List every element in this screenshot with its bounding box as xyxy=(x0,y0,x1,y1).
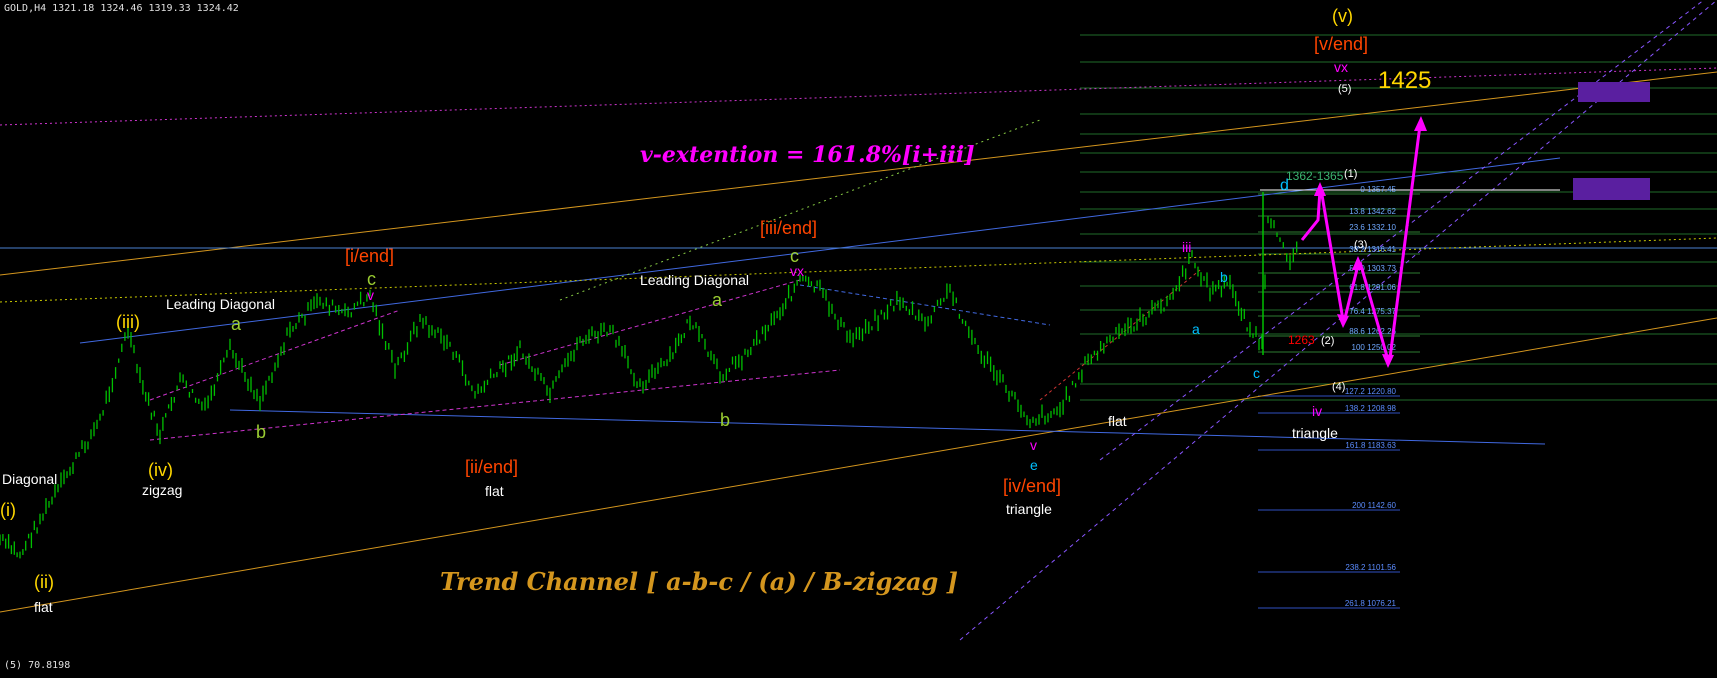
target-box-lower xyxy=(1573,178,1650,200)
wave-label: c xyxy=(367,269,376,289)
wave-label: zigzag xyxy=(142,482,182,498)
wave-label: iii xyxy=(1182,239,1191,255)
wave-label: b xyxy=(1220,269,1228,285)
top-wave-label: (v) xyxy=(1332,6,1353,26)
wave-label: (3) xyxy=(1354,239,1367,251)
wave-label: Leading Diagonal xyxy=(166,296,275,312)
top-5-label: (5) xyxy=(1338,83,1351,95)
wave-label: e xyxy=(1030,457,1038,473)
wave-label: c xyxy=(1253,365,1260,381)
target-box-upper xyxy=(1578,82,1650,102)
fib-level-label: 200 1142.60 xyxy=(1352,501,1396,510)
fib-level-label: 238.2 1101.56 xyxy=(1345,563,1396,572)
wave-label: 1263 xyxy=(1288,333,1315,347)
fib-level-label: 0 1357.45 xyxy=(1360,185,1396,194)
wave-label: vx xyxy=(790,263,804,279)
wave-label: (2) xyxy=(1321,335,1334,347)
wave-label: (i) xyxy=(0,500,16,520)
wave-label: b xyxy=(256,422,266,442)
symbol-ohlc-label: GOLD,H4 1321.18 1324.46 1319.33 1324.42 xyxy=(4,3,239,14)
price-chart: 0 1357.4513.8 1342.6223.6 1332.1038.2 13… xyxy=(0,0,1717,673)
wave-label: iv xyxy=(1312,403,1322,419)
extension-annotation: v-extention = 161.8%[i+iii] xyxy=(640,142,975,168)
wave-label: [i/end] xyxy=(345,246,394,266)
fib-level-label: 61.8 1291.06 xyxy=(1349,283,1396,292)
wave-label: Leading Diagonal xyxy=(640,272,749,288)
fib-level-label: 127.2 1220.80 xyxy=(1345,387,1397,396)
wave-label: v xyxy=(1030,437,1037,453)
wave-label: b xyxy=(720,410,730,430)
wave-label: [iv/end] xyxy=(1003,476,1061,496)
wave-label: a xyxy=(712,290,723,310)
wave-label: triangle xyxy=(1292,425,1338,441)
wave-label: (iii) xyxy=(116,312,140,332)
wave-label: v xyxy=(367,287,374,303)
wave-label: (ii) xyxy=(34,572,54,592)
wave-label: flat xyxy=(34,599,53,615)
wave-label: (iv) xyxy=(148,460,173,480)
top-end-label: [v/end] xyxy=(1314,34,1368,54)
wave-label: d xyxy=(1280,177,1289,194)
indicator-label: (5) 70.8198 xyxy=(4,660,70,671)
fib-level-label: 23.6 1332.10 xyxy=(1349,223,1396,232)
wave-label: [iii/end] xyxy=(760,218,817,238)
wave-label: flat xyxy=(485,483,504,499)
fib-level-label: 261.8 1076.21 xyxy=(1345,599,1397,608)
top-vx-label: vx xyxy=(1334,59,1348,75)
fib-level-label: 13.8 1342.62 xyxy=(1349,207,1396,216)
wave-label: (1) xyxy=(1344,168,1357,180)
chart-area: 0 1357.45 13.8 1342.62 23.6 1332.10 38.2 13… xyxy=(0,0,1717,673)
wave-label: Diagonal xyxy=(2,471,57,487)
wave-label: a xyxy=(1192,321,1200,337)
wave-label: a xyxy=(231,314,242,334)
target-price-label: 1425 xyxy=(1378,67,1431,94)
fib-level-label: 138.2 1208.98 xyxy=(1345,404,1397,413)
range-label: 1362-1365 xyxy=(1286,169,1344,183)
wave-label: [ii/end] xyxy=(465,457,518,477)
wave-label: (4) xyxy=(1332,381,1345,393)
wave-label: flat xyxy=(1108,413,1127,429)
channel-annotation: Trend Channel [ a-b-c / (a) / B-zigzag ] xyxy=(440,567,958,596)
fib-level-label: 88.6 1262.26 xyxy=(1349,327,1396,336)
wave-label: triangle xyxy=(1006,501,1052,517)
fib-level-label: 161.8 1183.63 xyxy=(1345,441,1396,450)
